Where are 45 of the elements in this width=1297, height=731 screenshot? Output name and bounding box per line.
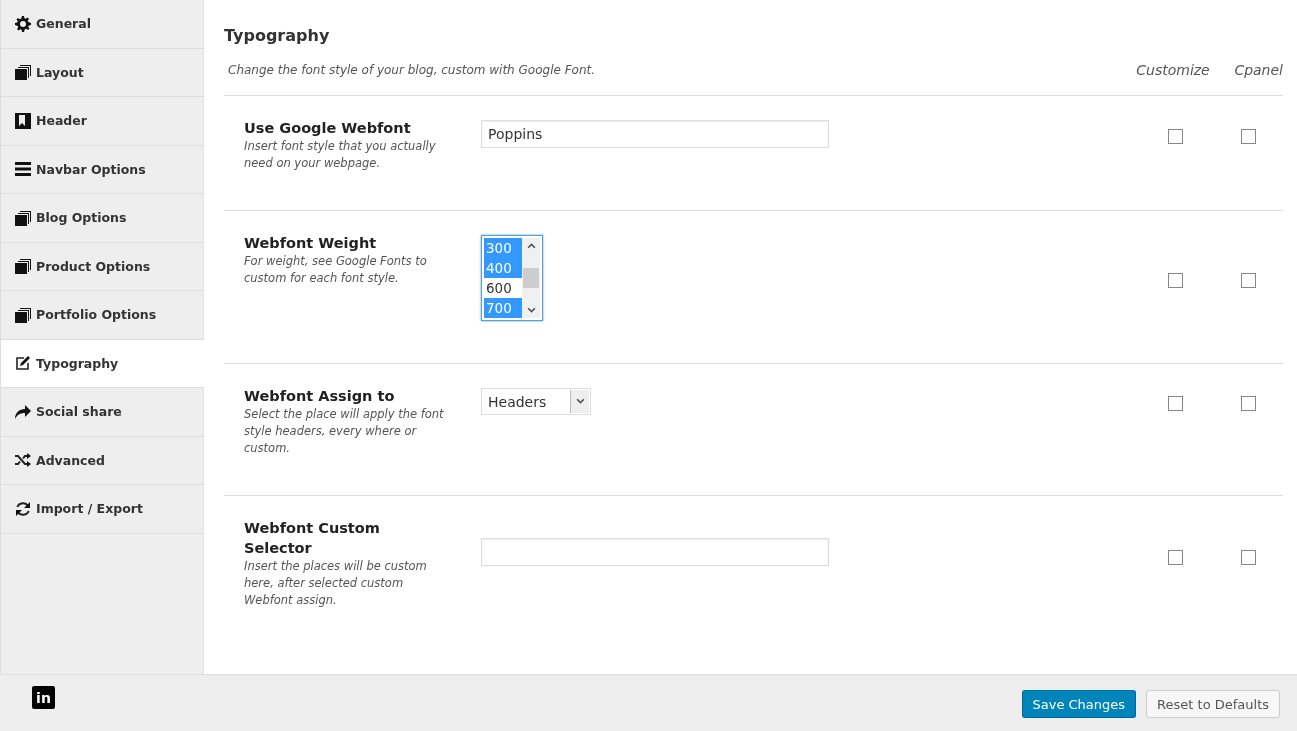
stacked-pages-icon <box>15 306 31 323</box>
sidebar-item[interactable]: Typography <box>1 339 204 388</box>
share-arrow-icon <box>15 403 31 420</box>
option-hint: Select the place will apply the font style headers, every where or custom. <box>244 406 444 457</box>
section-title: Typography <box>224 26 331 45</box>
option-label: Use Google Webfont <box>244 119 412 138</box>
stacked-pages-icon <box>15 64 31 81</box>
section-description: Change the font style of your blog, custom with Google Font. <box>228 63 597 77</box>
option-hint: For weight, see Google Fonts to custom for each font style. <box>244 253 428 287</box>
dropdown[interactable]: Headers <box>481 388 591 415</box>
scroll-up-icon[interactable] <box>526 242 536 249</box>
scrollbar[interactable] <box>522 238 540 318</box>
menu-icon <box>15 161 31 178</box>
option-label: Webfont Weight <box>244 234 378 253</box>
list-option[interactable]: 600 <box>484 278 522 298</box>
text-field[interactable]: Poppins <box>481 120 829 148</box>
checkbox[interactable] <box>1241 396 1256 411</box>
checkbox[interactable] <box>1167 273 1183 288</box>
option-hint: Insert the places will be custom here, after selected custom Webfont assign. <box>244 558 428 609</box>
gear-icon <box>15 15 31 32</box>
save-button[interactable]: Save Changes <box>1021 690 1137 718</box>
scroll-thumb[interactable] <box>523 268 539 288</box>
refresh-icon <box>15 500 31 517</box>
option-hint: Insert font style that you actually need on your webpage. <box>244 138 437 172</box>
checkbox[interactable] <box>1241 273 1256 288</box>
checkbox[interactable] <box>1167 550 1183 565</box>
multi-select-list[interactable]: 300 400 600 700 <box>481 235 543 321</box>
bookmark-icon <box>15 112 31 129</box>
stacked-pages-icon <box>15 209 31 226</box>
stacked-pages-icon <box>15 258 31 275</box>
shuffle-icon <box>15 452 31 469</box>
checkbox[interactable] <box>1167 129 1183 144</box>
option-label: Webfont Assign to <box>244 387 396 406</box>
linkedin-logo[interactable]: in <box>32 686 55 709</box>
text-field[interactable] <box>481 538 829 566</box>
column-heading: Cpanel <box>1233 61 1283 80</box>
reset-button[interactable]: Reset to Defaults <box>1146 690 1280 718</box>
chevron-down-icon <box>575 398 585 405</box>
edit-icon <box>15 355 31 372</box>
scroll-down-icon[interactable] <box>526 307 536 314</box>
column-heading: Customize <box>1135 61 1211 80</box>
option-label: Webfont Custom Selector <box>244 519 381 558</box>
checkbox[interactable] <box>1241 129 1256 144</box>
checkbox[interactable] <box>1167 396 1183 411</box>
checkbox[interactable] <box>1241 550 1256 565</box>
